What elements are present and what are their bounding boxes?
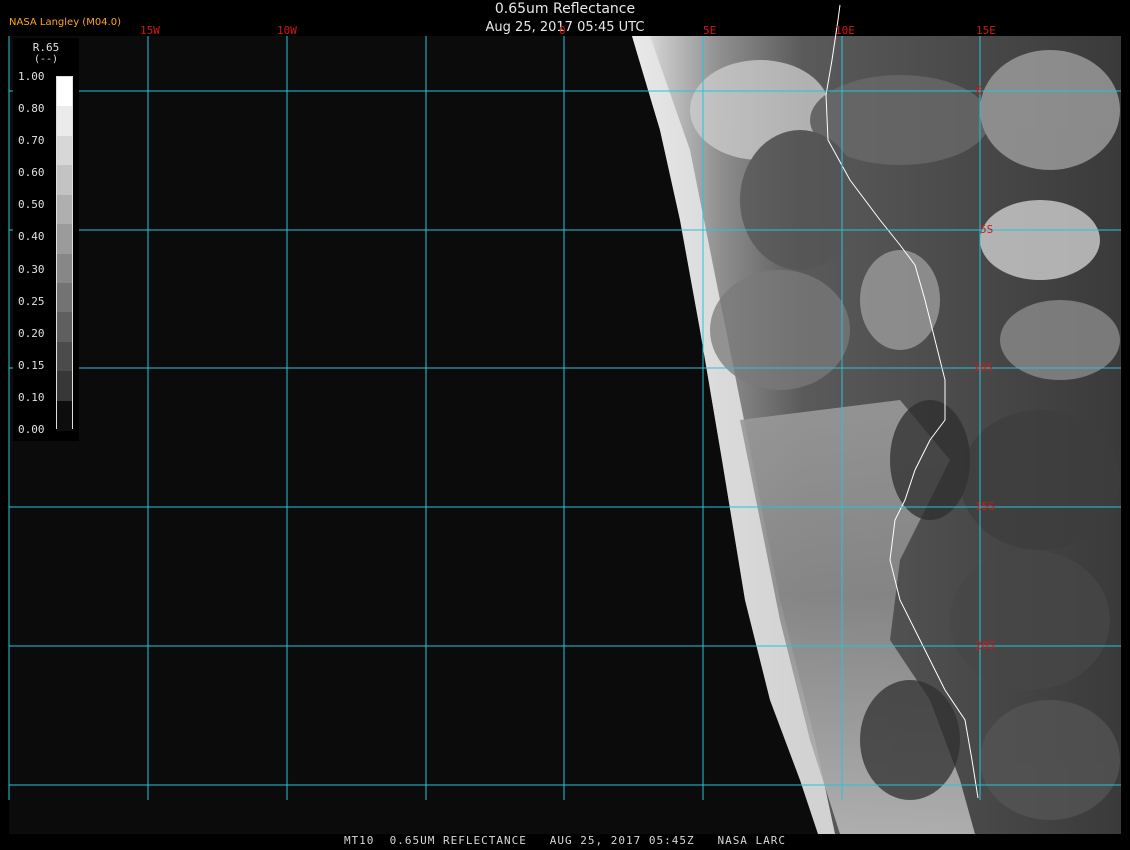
- legend-tick-label: 1.00: [18, 70, 45, 83]
- legend-tick-label: 0.80: [18, 102, 45, 116]
- legend-tick-label: 0.40: [18, 230, 45, 244]
- lon-label-10e: 10E: [835, 24, 855, 37]
- lon-label-15w: 15W: [140, 24, 160, 37]
- legend-color-step: [57, 135, 72, 167]
- lat-label-15s: 15S: [975, 500, 995, 513]
- footer-caption: MT10 0.65UM REFLECTANCE AUG 25, 2017 05:…: [343, 834, 787, 847]
- lat-label-0: 0: [976, 84, 983, 97]
- legend-color-step: [57, 165, 72, 196]
- legend-title: R.65: [32, 41, 60, 54]
- image-title: 0.65um Reflectance: [494, 1, 636, 17]
- legend-color-step: [57, 312, 72, 343]
- legend-tick-label: 0.15: [18, 358, 45, 372]
- provider-label: NASA Langley (M04.0): [9, 17, 121, 28]
- lat-label-20s: 20S: [975, 639, 995, 652]
- color-legend: R.65 (--) 1.00 0.80 0.70 0.60 0.50 0.40 0.30 0.…: [13, 38, 79, 441]
- legend-tick-label: 0.70: [18, 134, 45, 148]
- legend-color-step: [57, 224, 72, 255]
- legend-units: (--): [33, 54, 59, 65]
- legend-tick-label: 0.20: [18, 326, 45, 340]
- legend-color-step: [57, 400, 72, 431]
- legend-tick-label: 0.50: [18, 198, 45, 212]
- legend-tick-label: 0.10: [18, 390, 45, 404]
- legend-color-step: [57, 341, 72, 373]
- lon-label-15e: 15E: [976, 24, 996, 37]
- lon-label-5e: 5E: [703, 24, 717, 37]
- legend-colorbar: [56, 76, 73, 431]
- satellite-image: [8, 4, 1121, 834]
- lat-label-5s: 5S: [980, 223, 994, 236]
- lon-label-0: 0: [559, 24, 566, 37]
- lat-label-10s: 10S: [973, 361, 993, 374]
- legend-tick-label: 0.25: [18, 294, 45, 308]
- legend-tick-label: 0.00: [18, 423, 45, 436]
- lon-label-10w: 10W: [277, 24, 297, 37]
- legend-color-step: [57, 106, 72, 137]
- legend-color-step: [57, 194, 72, 226]
- legend-color-step: [57, 253, 72, 284]
- legend-tick-label: 0.30: [18, 262, 45, 276]
- legend-color-step: [57, 77, 72, 108]
- legend-tick-label: 0.60: [18, 166, 45, 180]
- legend-color-step: [57, 371, 72, 402]
- legend-color-step: [57, 282, 72, 314]
